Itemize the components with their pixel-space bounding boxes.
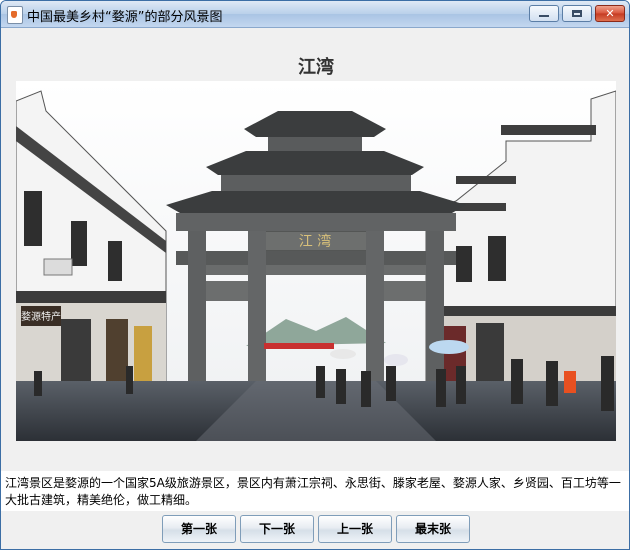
first-image-button[interactable]: 第一张 [162, 515, 236, 543]
maximize-button[interactable] [562, 5, 592, 22]
close-icon: ✕ [605, 7, 615, 20]
scenic-photo-drawing: 婺源特产 江 湾 [16, 81, 616, 441]
minimize-button[interactable] [529, 5, 559, 22]
title-bar[interactable]: 中国最美乡村“婺源”的部分风景图 ✕ [1, 1, 629, 28]
app-window: 中国最美乡村“婺源”的部分风景图 ✕ 江湾 婺源特产 江 湾 江湾景区是婺源的一… [0, 0, 630, 550]
next-image-button[interactable]: 下一张 [240, 515, 314, 543]
caption-panel: 江湾景区是婺源的一个国家5A级旅游景区，景区内有萧江宗祠、永思街、滕家老屋、婺源… [1, 471, 629, 511]
gate-inscription: 江 湾 [299, 233, 331, 250]
close-button[interactable]: ✕ [595, 5, 625, 22]
caption-text: 江湾景区是婺源的一个国家5A级旅游景区，景区内有萧江宗祠、永思街、滕家老屋、婺源… [5, 476, 621, 507]
previous-image-button[interactable]: 上一张 [318, 515, 392, 543]
last-image-button[interactable]: 最末张 [396, 515, 470, 543]
maximize-icon [572, 10, 582, 17]
scenic-photo: 婺源特产 江 湾 [16, 81, 616, 441]
shop-sign-text: 婺源特产 [21, 310, 61, 323]
minimize-icon [539, 15, 549, 17]
photo-title: 江湾 [298, 57, 334, 78]
window-title: 中国最美乡村“婺源”的部分风景图 [27, 10, 223, 25]
java-app-icon [7, 6, 23, 24]
